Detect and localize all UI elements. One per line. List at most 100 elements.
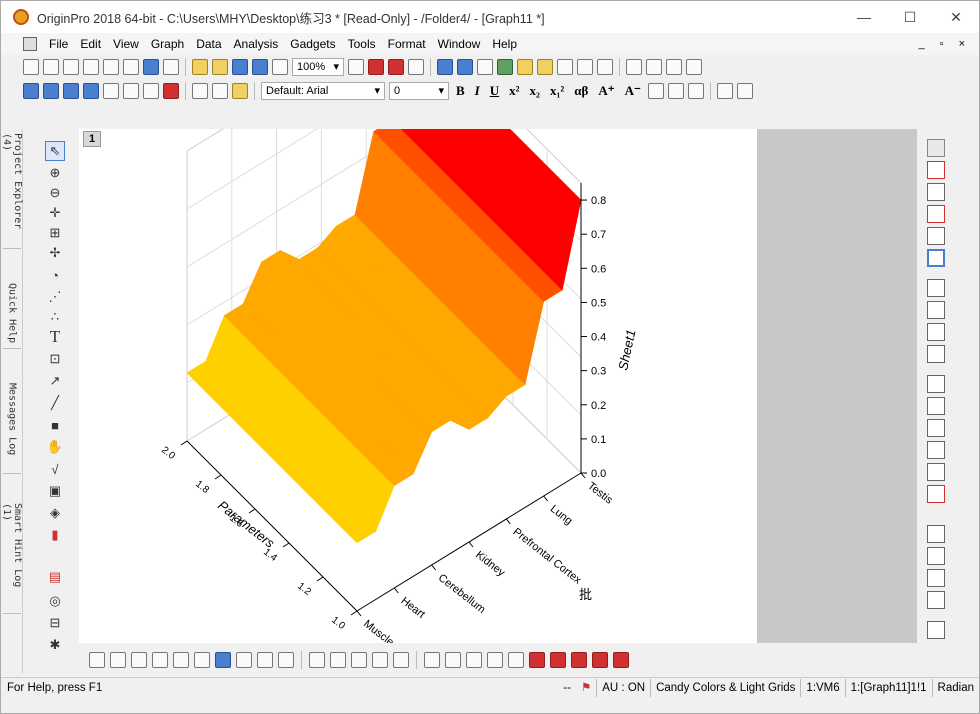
line-tool-icon[interactable]: ╱ [45,393,65,413]
bubble-icon[interactable]: ◎ [45,591,65,611]
area-plot-icon[interactable] [173,652,189,668]
axis-box-icon[interactable] [927,441,945,459]
tab-project-explorer[interactable]: Project Explorer (4) [1,129,23,249]
document-icon[interactable] [23,37,37,51]
star-icon[interactable]: ✱ [45,635,65,655]
fill-color-icon[interactable] [716,83,733,99]
axis-yz-icon[interactable] [927,183,945,201]
heatmap-icon[interactable] [466,652,482,668]
region-icon[interactable]: ⊡ [45,349,65,369]
line-style-icon[interactable] [667,83,684,99]
calculator-icon[interactable] [557,59,573,75]
tab-smart-hint-log[interactable]: Smart Hint Log (1) [1,499,23,614]
subscript-button[interactable]: x₂ [527,83,543,99]
decrease-font-button[interactable]: A⁻ [622,83,644,99]
save-project-icon[interactable] [232,59,248,75]
draw-data-icon[interactable]: ∴ [45,307,65,327]
status-theme[interactable]: Candy Colors & Light Grids [650,678,800,697]
new-matrix-icon[interactable] [83,59,99,75]
3d-scatter-icon[interactable] [372,652,388,668]
layout-3-icon[interactable] [927,569,945,587]
sort-icon[interactable] [686,59,702,75]
layer-number-badge[interactable]: 1 [83,131,101,147]
add-column-icon[interactable] [626,59,642,75]
column-plot-icon[interactable] [152,652,168,668]
mask-points-icon[interactable]: ⋰ [45,287,65,307]
layout-icon[interactable] [927,525,945,543]
menu-help[interactable]: Help [486,33,523,55]
layout-2-icon[interactable] [927,547,945,565]
open-icon[interactable] [192,59,208,75]
new-project-icon[interactable] [23,59,39,75]
hand-icon[interactable]: ✋ [45,437,65,457]
status-autoupdate[interactable]: AU : ON [596,678,650,697]
new-graph-icon[interactable] [103,59,119,75]
extract-layers-icon[interactable] [123,83,139,99]
flag-icon[interactable] [550,652,566,668]
3d-surface-icon[interactable] [309,652,325,668]
z-axis-title[interactable]: Sheet1 [615,328,638,371]
fill-icon[interactable] [592,652,608,668]
image-profile-icon[interactable] [445,652,461,668]
template-library-icon[interactable] [278,652,294,668]
stack-lines-icon[interactable] [487,652,503,668]
data-cursor-icon[interactable]: ✢ [45,243,65,263]
grid-options-icon[interactable] [927,345,945,363]
stack-columns-icon[interactable] [508,652,524,668]
close-button[interactable]: ✕ [933,1,979,33]
axis-break-icon[interactable] [927,485,945,503]
menu-analysis[interactable]: Analysis [228,33,285,55]
image-plot-icon[interactable] [424,652,440,668]
down-triangle-icon[interactable] [613,652,629,668]
zoom-in-icon[interactable]: ⊕ [45,163,65,183]
color-bar-icon[interactable]: ▤ [45,567,65,587]
flag-icon[interactable]: ⚑ [576,679,596,697]
greek-button[interactable]: αβ [571,83,591,99]
lighting-icon[interactable] [927,249,945,267]
align-icon[interactable] [647,83,664,99]
stats-plot-icon[interactable] [194,652,210,668]
tab-messages-log[interactable]: Messages Log [3,379,21,474]
contour-plot-icon[interactable] [215,652,231,668]
pattern-icon[interactable] [736,83,753,99]
script-window-icon[interactable] [477,59,493,75]
sum-icon[interactable] [646,59,662,75]
image-icon[interactable]: ▣ [45,481,65,501]
axis-zx-icon[interactable] [927,205,945,223]
menu-edit[interactable]: Edit [74,33,107,55]
batch-icon[interactable] [577,59,593,75]
merge-graph-icon[interactable] [103,83,119,99]
recalculate-icon[interactable] [272,59,288,75]
apps-icon[interactable] [597,59,613,75]
stack-icon[interactable] [927,139,945,157]
zoom-select[interactable]: 100% ▾ [292,58,344,76]
new-function-icon[interactable] [123,59,139,75]
menu-file[interactable]: File [43,33,74,55]
results-log-icon[interactable] [408,59,424,75]
code-builder-icon[interactable] [437,59,453,75]
bold-button[interactable]: B [453,83,468,99]
axis-left-icon[interactable] [927,375,945,393]
menu-tools[interactable]: Tools [342,33,382,55]
pointer-icon[interactable]: ⇖ [45,141,65,161]
add-inset-icon[interactable] [83,83,99,99]
command-window-icon[interactable] [457,59,473,75]
axis-xy-icon[interactable] [927,161,945,179]
superscript-button[interactable]: x² [506,83,522,99]
statistics-icon[interactable] [666,59,682,75]
menu-window[interactable]: Window [432,33,487,55]
polar-plot-icon[interactable] [236,652,252,668]
tab-quick-help[interactable]: Quick Help [3,279,21,349]
3d-ribbon-icon[interactable] [393,652,409,668]
frame-icon[interactable] [927,279,945,297]
table-tool-icon[interactable]: ⊟ [45,613,65,633]
equation-icon[interactable]: √ [45,459,65,479]
menu-graph[interactable]: Graph [145,33,190,55]
results-icon[interactable] [517,59,533,75]
paste-icon[interactable] [232,83,248,99]
anchor-icon[interactable] [529,652,545,668]
arrow-tool-icon[interactable]: ↗ [45,371,65,391]
zoom-out-icon[interactable]: ⊖ [45,183,65,203]
line-plot-icon[interactable] [89,652,105,668]
3d-bar-icon[interactable] [351,652,367,668]
